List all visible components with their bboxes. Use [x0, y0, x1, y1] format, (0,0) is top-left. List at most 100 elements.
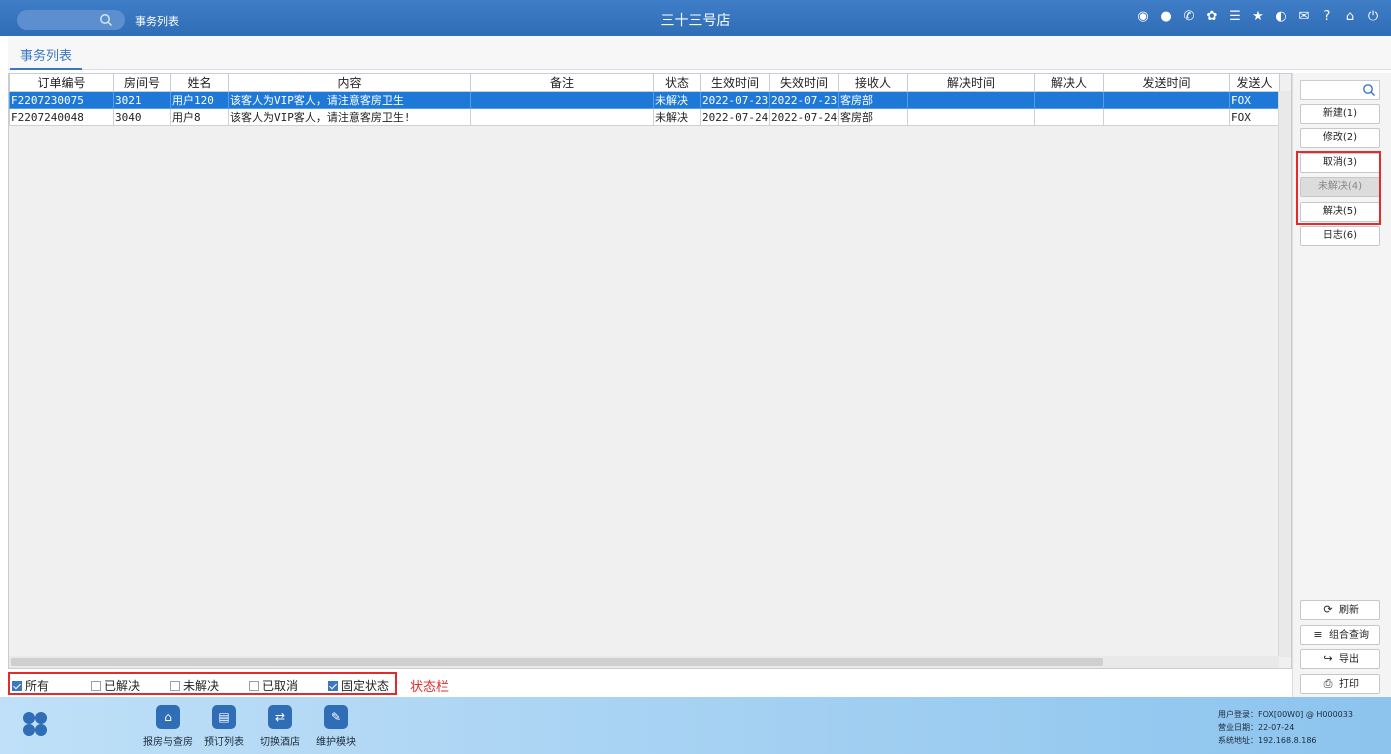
quick-search-input[interactable]	[1300, 80, 1380, 100]
search-icon	[100, 14, 113, 27]
global-search-input[interactable]	[17, 10, 125, 30]
column-header[interactable]: 发送时间	[1103, 74, 1230, 92]
filter-all-checkbox[interactable]: 所有	[12, 677, 49, 694]
task-table: 订单编号 房间号 姓名 内容 备注 状态 生效时间 失效时间 接收人 解决时间 …	[9, 74, 1280, 126]
power-icon[interactable]: ⏻	[1365, 9, 1381, 25]
wrench-icon: ✎	[324, 705, 348, 729]
checkbox-label: 所有	[25, 679, 50, 693]
vertical-scrollbar[interactable]	[1278, 91, 1291, 657]
column-header[interactable]: 姓名	[170, 74, 229, 92]
search-icon	[1363, 84, 1375, 96]
log-button[interactable]: 日志(6)	[1300, 226, 1380, 246]
chat-icon[interactable]: ●	[1158, 9, 1174, 25]
filter-fixed-state-checkbox[interactable]: 固定状态	[328, 677, 389, 694]
resolve-button[interactable]: 解决(5)	[1300, 202, 1380, 222]
checkbox-unchecked[interactable]	[91, 680, 101, 691]
table-cell: 客房部	[838, 91, 908, 109]
help-icon[interactable]: ?	[1319, 9, 1335, 25]
palette-icon[interactable]: ✿	[1204, 9, 1220, 25]
edit-button[interactable]: 修改(2)	[1300, 128, 1380, 148]
home-icon[interactable]: ⌂	[1342, 9, 1358, 25]
contrast-icon[interactable]: ◐	[1273, 9, 1289, 25]
column-header[interactable]: 状态	[653, 74, 701, 92]
action-panel: 新建(1) 修改(2) 取消(3) 未解决(4) 解决(5) 日志(6) ⟳ 刷新…	[1292, 73, 1391, 697]
star-icon[interactable]: ★	[1250, 9, 1266, 25]
column-header[interactable]: 房间号	[113, 74, 171, 92]
table-cell	[907, 108, 1035, 126]
table-row[interactable]: F2207240048 3040 用户8 该客人为VIP客人，请注意客房卫生! …	[9, 108, 1280, 126]
checkbox-checked[interactable]	[12, 680, 22, 691]
list-icon: ≡	[1313, 628, 1323, 641]
table-header-row: 订单编号 房间号 姓名 内容 备注 状态 生效时间 失效时间 接收人 解决时间 …	[9, 74, 1280, 92]
filter-cancelled-checkbox[interactable]: 已取消	[249, 677, 298, 694]
export-button[interactable]: ↪ 导出	[1300, 649, 1380, 669]
phone-icon[interactable]: ✆	[1181, 9, 1197, 25]
unresolve-button[interactable]: 未解决(4)	[1300, 177, 1380, 197]
column-header[interactable]: 发送人	[1229, 74, 1280, 92]
table-cell: 2022-07-23	[769, 91, 839, 109]
table-cell: 2022-07-24	[700, 108, 770, 126]
checkbox-checked[interactable]	[328, 680, 338, 691]
table-cell: 该客人为VIP客人，请注意客房卫生	[228, 91, 471, 109]
table-cell	[1034, 108, 1104, 126]
printer-icon: ⎙	[1323, 677, 1333, 690]
wifi-icon[interactable]: ◉	[1135, 9, 1151, 25]
checkbox-unchecked[interactable]	[170, 680, 180, 691]
table-row[interactable]: F2207230075 3021 用户120 该客人为VIP客人，请注意客房卫生…	[9, 91, 1280, 109]
table-cell: 2022-07-23	[700, 91, 770, 109]
filter-resolved-checkbox[interactable]: 已解决	[91, 677, 140, 694]
print-button[interactable]: ⎙ 打印	[1300, 674, 1380, 694]
column-header[interactable]: 订单编号	[9, 74, 114, 92]
mail-icon[interactable]: ✉	[1296, 9, 1312, 25]
table-cell: 未解决	[653, 108, 701, 126]
user-login-info: 用户登录：FOX[00W0] @ H000033	[1218, 710, 1353, 719]
status-bar-annotation: 状态栏	[410, 680, 450, 695]
column-header[interactable]: 生效时间	[700, 74, 770, 92]
table-cell: 未解决	[653, 91, 701, 109]
column-header[interactable]: 解决时间	[907, 74, 1035, 92]
column-header[interactable]: 内容	[228, 74, 471, 92]
table-cell	[470, 91, 654, 109]
system-info: 用户登录：FOX[00W0] @ H000033 营业日期：22-07-24 系…	[1218, 708, 1353, 747]
task-grid: 订单编号 房间号 姓名 内容 备注 状态 生效时间 失效时间 接收人 解决时间 …	[8, 73, 1292, 669]
column-header[interactable]: 失效时间	[769, 74, 839, 92]
filter-unresolved-checkbox[interactable]: 未解决	[170, 677, 219, 694]
status-bar: 所有 已解决 未解决 已取消 固定状态	[8, 670, 1292, 697]
table-cell: 该客人为VIP客人，请注意客房卫生!	[228, 108, 471, 126]
checkbox-unchecked[interactable]	[249, 680, 259, 691]
table-cell: F2207230075	[9, 91, 114, 109]
footer-button-label: 切换酒店	[260, 737, 300, 748]
menu-icon[interactable]: ☰	[1227, 9, 1243, 25]
column-header[interactable]: 备注	[470, 74, 654, 92]
tab-bar: 事务列表	[8, 36, 1391, 70]
refresh-button[interactable]: ⟳ 刷新	[1300, 600, 1380, 620]
horizontal-scrollbar[interactable]	[9, 656, 1279, 668]
combined-query-label: 组合查询	[1329, 630, 1369, 641]
checkbox-label: 固定状态	[341, 679, 390, 693]
cancel-button[interactable]: 取消(3)	[1300, 153, 1380, 173]
business-date-info: 营业日期：22-07-24	[1218, 723, 1295, 732]
refresh-icon: ⟳	[1323, 603, 1333, 616]
tab-task-list[interactable]: 事务列表	[10, 36, 83, 70]
scrollbar-thumb[interactable]	[11, 658, 1103, 666]
table-cell	[470, 108, 654, 126]
switch-icon: ⇄	[268, 705, 292, 729]
table-cell: 用户120	[170, 91, 229, 109]
table-cell	[1034, 91, 1104, 109]
table-cell: 3021	[113, 91, 171, 109]
column-header[interactable]: 解决人	[1034, 74, 1104, 92]
column-header[interactable]: 接收人	[838, 74, 908, 92]
new-button[interactable]: 新建(1)	[1300, 104, 1380, 124]
breadcrumb: 事务列表	[135, 15, 179, 28]
document-icon: ▤	[212, 705, 236, 729]
checkbox-label: 未解决	[183, 679, 220, 693]
table-cell: 用户8	[170, 108, 229, 126]
table-cell: FOX	[1229, 91, 1280, 109]
maintenance-button[interactable]: ✎ 维护模块	[301, 705, 371, 748]
checkbox-label: 已取消	[262, 679, 299, 693]
system-address-info: 系统地址：192.168.8.186	[1218, 736, 1317, 745]
footer-bar: ⌂ 报房与查房 ▤ 预订列表 ⇄ 切换酒店 ✎ 维护模块 用户登录：FOX[00…	[0, 697, 1391, 754]
table-cell	[1103, 91, 1230, 109]
share-arrow-icon: ↪	[1323, 652, 1333, 665]
combined-query-button[interactable]: ≡ 组合查询	[1300, 625, 1380, 645]
